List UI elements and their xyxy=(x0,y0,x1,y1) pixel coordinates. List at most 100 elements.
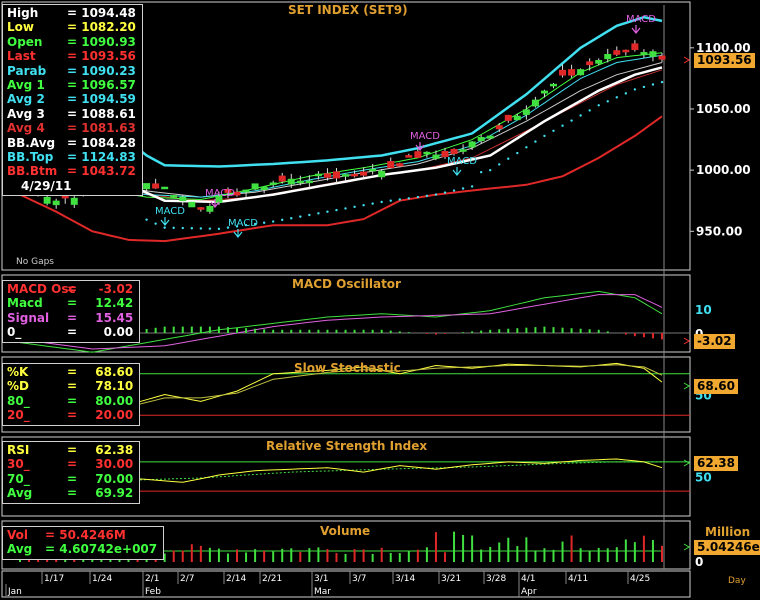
y-tick-label: 1000.00 xyxy=(696,163,751,177)
macd-signal-label: MACD xyxy=(447,156,477,167)
legend-value: 68.60 xyxy=(95,365,134,379)
legend-value: 4.60742e+007 xyxy=(59,542,158,557)
x-tick-label: 3/21 xyxy=(441,574,461,584)
candle-body xyxy=(595,59,603,64)
legend-equals: = xyxy=(67,457,82,472)
candle-body xyxy=(423,151,431,155)
candle-body xyxy=(459,149,467,152)
x-tick-label: 4/1 xyxy=(521,574,535,584)
x-tick-label: 2/1 xyxy=(145,574,159,584)
legend-value: 62.38 xyxy=(95,443,134,457)
macd-signal-arrow xyxy=(631,25,641,34)
legend-equals: = xyxy=(67,310,82,325)
legend-equals: = xyxy=(67,20,82,35)
legend-label: 0_ xyxy=(7,325,22,340)
parab-dot xyxy=(190,227,194,230)
parab-dot xyxy=(570,119,573,122)
x-month-label: Jan xyxy=(7,587,22,597)
legend-value: 1082.20 xyxy=(81,20,136,35)
value-pointer-arrow xyxy=(683,337,690,345)
macd-signal-label: MACD xyxy=(626,14,656,25)
legend-label: Signal xyxy=(7,310,50,325)
x-tick-label: 1/17 xyxy=(44,574,64,584)
legend-value: 1090.93 xyxy=(81,34,136,49)
parab-dot xyxy=(217,227,221,231)
legend-equals: = xyxy=(67,63,82,78)
rsi-panel-title: Relative Strength Index xyxy=(266,439,428,453)
x-tick-label: 2/21 xyxy=(262,574,282,584)
value-pointer-arrow xyxy=(683,56,690,64)
x-tick-label: 3/1 xyxy=(314,574,328,584)
legend-label: Macd xyxy=(7,296,43,311)
parab-dot xyxy=(172,226,175,230)
parab-dot xyxy=(353,205,356,209)
x-axis-unit: Day xyxy=(728,576,746,586)
candle-body xyxy=(622,49,630,53)
legend-label: MACD Osc xyxy=(7,282,76,296)
rsi-last-value-box: 62.38 xyxy=(694,456,738,471)
parab-dot xyxy=(651,83,655,86)
candle-body xyxy=(495,125,503,130)
legend-date: 4/29/11 xyxy=(21,178,72,193)
parab-dot xyxy=(326,210,329,213)
legend-row: BB.Btm = 1043.72 xyxy=(7,164,136,178)
legend-row: Open = 1090.93 xyxy=(7,35,136,49)
parab-dot xyxy=(443,191,447,194)
x-month-label: Mar xyxy=(314,587,331,597)
parab-dot xyxy=(371,202,374,205)
legend-label: Last xyxy=(7,49,36,64)
legend-equals: = xyxy=(67,34,82,49)
legend-value: 1094.59 xyxy=(81,92,136,107)
macd-signal-arrow xyxy=(160,217,170,226)
legend-label: 80_ xyxy=(7,393,30,408)
legend-value: 69.92 xyxy=(95,486,134,501)
macd-signal-label: MACD xyxy=(205,188,235,199)
macd-legend: MACD Osc = -3.02 Macd = 12.42 Signal = 15.45 0… xyxy=(2,280,141,343)
candle-body xyxy=(369,168,377,172)
legend-label: 20_ xyxy=(7,408,30,423)
candle-body xyxy=(649,51,657,57)
parab-dot xyxy=(380,200,383,204)
x-tick-label: 4/11 xyxy=(568,574,588,584)
legend-row: 30_ = 30.00 xyxy=(7,457,133,471)
candle-body xyxy=(559,69,567,76)
parab-dot xyxy=(281,218,284,222)
candle-body xyxy=(278,175,286,182)
parab-dot xyxy=(561,124,564,127)
legend-label: Parab xyxy=(7,63,47,78)
candle-body xyxy=(387,161,395,169)
parab-dot xyxy=(461,187,465,190)
y-tick-label: 950.00 xyxy=(696,224,742,238)
legend-equals: = xyxy=(67,121,82,136)
legend-label: BB.Btm xyxy=(7,164,58,179)
x-tick-label: 3/7 xyxy=(352,574,366,584)
macd-last-value-box: -3.02 xyxy=(694,334,735,349)
legend-value: 1090.23 xyxy=(81,63,136,78)
legend-equals: = xyxy=(45,528,60,542)
candle-body xyxy=(640,52,648,56)
macd-panel-title: MACD Oscillator xyxy=(292,277,401,291)
parab-dot xyxy=(145,218,148,221)
x-month-label: Apr xyxy=(521,587,537,597)
legend-value: 1093.56 xyxy=(81,49,136,64)
legend-value: -3.02 xyxy=(98,282,134,296)
parab-dot xyxy=(543,134,546,138)
x-month-label: Feb xyxy=(145,587,161,597)
legend-row: %D = 78.10 xyxy=(7,379,133,393)
x-tick-label: 3/28 xyxy=(486,574,506,584)
legend-equals: = xyxy=(67,106,82,121)
parab-dot xyxy=(507,157,510,160)
candle-body xyxy=(342,174,350,177)
candle-body xyxy=(242,189,250,193)
candle-body xyxy=(197,207,205,210)
legend-row: Avg = 69.92 xyxy=(7,486,133,500)
legend-equals: = xyxy=(67,296,82,311)
candle-body xyxy=(170,195,178,198)
parab-dot xyxy=(660,80,664,84)
parab-dot xyxy=(642,85,646,89)
candle-body xyxy=(522,109,530,115)
parab-dot xyxy=(479,170,483,174)
legend-value: 1124.83 xyxy=(81,150,136,165)
x-tick-label: 1/24 xyxy=(92,574,112,584)
candle-body xyxy=(43,196,51,204)
